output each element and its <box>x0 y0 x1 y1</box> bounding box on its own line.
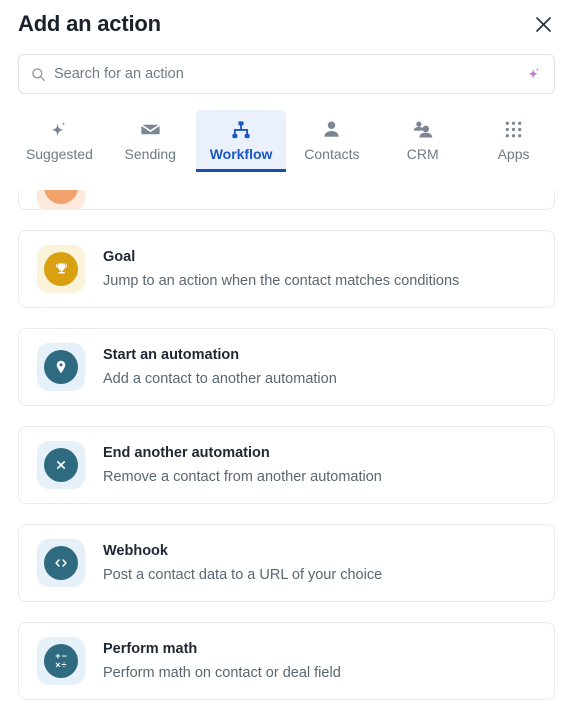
tab-crm[interactable]: CRM <box>377 110 468 172</box>
card-title: Goal <box>103 249 136 265</box>
action-card-partial[interactable] <box>18 190 555 210</box>
action-card-end-another-automation[interactable]: End another automation Remove a contact … <box>18 426 555 504</box>
page-title: Add an action <box>18 11 161 36</box>
category-tabs: Suggested Sending Workflow Contacts CRM … <box>0 110 573 172</box>
people-icon <box>411 118 434 141</box>
card-text: Goal Jump to an action when the contact … <box>103 247 536 291</box>
math-symbol-divide: ÷ <box>61 660 67 670</box>
sparkle-icon[interactable] <box>524 65 542 83</box>
search-input[interactable] <box>54 55 516 93</box>
tab-label: Contacts <box>304 146 360 162</box>
tab-suggested[interactable]: Suggested <box>14 110 105 172</box>
trophy-icon <box>37 245 85 293</box>
tab-workflow[interactable]: Workflow <box>195 110 287 172</box>
add-action-panel: Add an action Search for an action Sugge… <box>0 0 573 719</box>
search-field[interactable] <box>18 54 555 94</box>
circle-x-icon <box>37 441 85 489</box>
action-card-goal[interactable]: Goal Jump to an action when the contact … <box>18 230 555 308</box>
map-pin-icon <box>37 343 85 391</box>
card-title: End another automation <box>103 445 270 461</box>
card-title: Perform math <box>103 641 198 657</box>
partial-icon <box>37 190 85 209</box>
card-desc: Perform math on contact or deal field <box>103 665 341 681</box>
action-list[interactable]: Goal Jump to an action when the contact … <box>0 190 573 719</box>
card-desc: Jump to an action when the contact match… <box>103 273 460 289</box>
card-desc: Remove a contact from another automation <box>103 469 382 485</box>
tab-label: CRM <box>406 146 439 162</box>
card-desc: Post a contact data to a URL of your cho… <box>103 567 383 583</box>
card-text: Perform math Perform math on contact or … <box>103 639 536 683</box>
card-desc: Add a contact to another automation <box>103 371 337 387</box>
close-button[interactable] <box>529 10 557 38</box>
tab-label: Sending <box>124 146 176 162</box>
envelope-icon <box>139 118 162 141</box>
panel-header: Add an action <box>0 0 573 44</box>
action-card-perform-math[interactable]: + − × ÷ Perform math Perform math on con… <box>18 622 555 700</box>
tab-label: Apps <box>497 146 530 162</box>
tab-label: Workflow <box>209 146 273 162</box>
card-title: Start an automation <box>103 347 240 363</box>
card-title: Webhook <box>103 543 168 559</box>
card-text: Start an automation Add a contact to ano… <box>103 345 536 389</box>
tab-apps[interactable]: Apps <box>468 110 559 172</box>
tab-contacts[interactable]: Contacts <box>286 110 377 172</box>
card-text: Webhook Post a contact data to a URL of … <box>103 541 536 585</box>
action-card-start-an-automation[interactable]: Start an automation Add a contact to ano… <box>18 328 555 406</box>
math-operators-icon: + − × ÷ <box>37 637 85 685</box>
action-card-webhook[interactable]: Webhook Post a contact data to a URL of … <box>18 524 555 602</box>
card-text: End another automation Remove a contact … <box>103 443 536 487</box>
search-icon <box>31 67 46 82</box>
sparkle-icon <box>48 118 70 141</box>
close-icon <box>535 16 552 33</box>
tab-sending[interactable]: Sending <box>105 110 196 172</box>
code-brackets-icon <box>37 539 85 587</box>
tab-label: Suggested <box>25 146 93 162</box>
grid-dots-icon <box>503 118 524 141</box>
math-symbol-times: × <box>55 660 61 670</box>
person-icon <box>320 118 343 141</box>
workflow-hierarchy-icon <box>230 118 252 141</box>
